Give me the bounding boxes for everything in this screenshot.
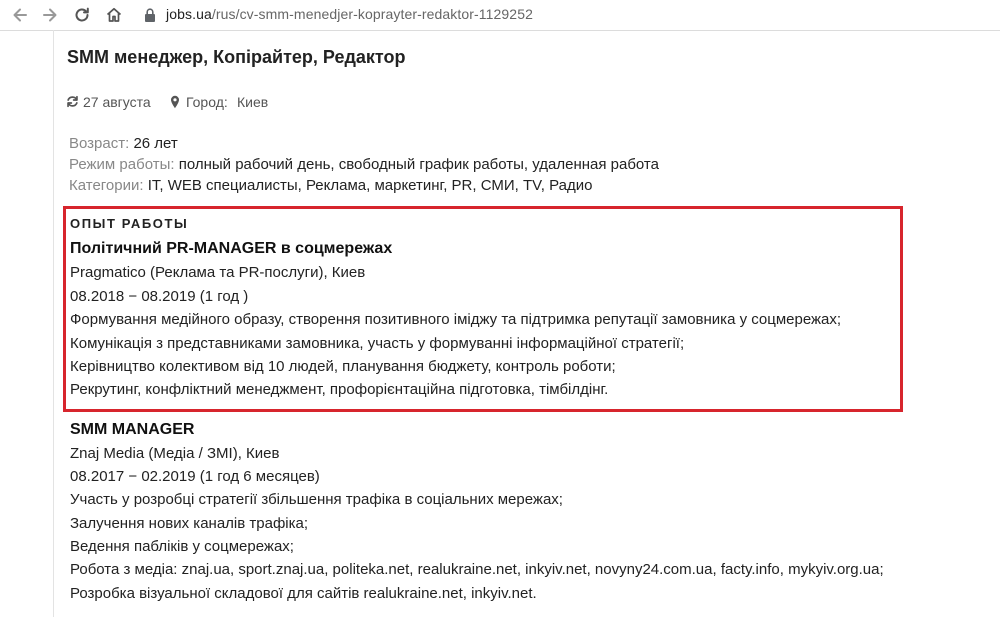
refresh-icon — [67, 95, 78, 108]
job-2-position: SMM MANAGER — [70, 421, 195, 438]
job-1-duty-1: Формування медійного образу, створення п… — [70, 311, 842, 328]
job-1-duty-4: Рекрутинг, конфліктний менеджмент, профо… — [70, 381, 609, 398]
section-title-experience: ОПЫТ РАБОТЫ — [70, 216, 189, 231]
lock-icon[interactable] — [143, 7, 157, 23]
job-1-period: 08.2018 − 08.2019 (1 год ) — [70, 288, 249, 305]
job-2-duty-4: Робота з медіа: znaj.ua, sport.znaj.ua, … — [70, 561, 884, 578]
work-mode-label: Режим работы: — [69, 156, 175, 173]
job-1-company: Pragmatico (Реклама та PR-послуги), Киев — [70, 264, 366, 281]
job-2-duty-5: Розробка візуальної складової для сайтів… — [70, 585, 537, 602]
url-path: /rus/cv-smm-menedjer-koprayter-redaktor-… — [211, 6, 533, 22]
job-2-duty-1: Участь у розробці стратегії збільшення т… — [70, 491, 563, 508]
work-mode-row: Режим работы: полный рабочий день, свобо… — [69, 156, 659, 173]
job-2-duty-3: Ведення пабліків у соцмережах; — [70, 538, 294, 555]
job-2-period: 08.2017 − 02.2019 (1 год 6 месяцев) — [70, 468, 320, 485]
page-title: SMM менеджер, Копірайтер, Редактор — [67, 47, 406, 67]
age-label: Возраст: — [69, 135, 130, 152]
categories-label: Категории: — [69, 177, 144, 194]
age-row: Возраст: 26 лет — [69, 135, 178, 152]
update-date-text: 27 августа — [83, 94, 151, 110]
job-2-company: Znaj Media (Медіа / ЗМІ), Киев — [70, 445, 280, 462]
job-1-position: Політичний PR-MANAGER в соцмережах — [70, 240, 393, 257]
city-value: Киев — [237, 94, 269, 110]
job-2-duty-2: Залучення нових каналів трафіка; — [70, 515, 309, 532]
url-domain: jobs.ua — [166, 6, 212, 22]
work-mode-value: полный рабочий день, свободный график ра… — [178, 156, 659, 173]
content-divider — [53, 30, 54, 617]
home-icon[interactable] — [104, 5, 124, 25]
address-bar-url[interactable]: jobs.ua/rus/cv-smm-menedjer-koprayter-re… — [166, 6, 533, 22]
age-value: 26 лет — [133, 135, 178, 152]
categories-value: IT, WEB специалисты, Реклама, маркетинг,… — [147, 177, 593, 194]
forward-arrow-icon[interactable] — [40, 5, 60, 25]
reload-icon[interactable] — [72, 5, 92, 25]
job-1-duty-3: Керівництво колективом від 10 людей, пла… — [70, 358, 616, 375]
browser-toolbar: jobs.ua/rus/cv-smm-menedjer-koprayter-re… — [0, 0, 1000, 31]
back-arrow-icon[interactable] — [10, 5, 30, 25]
categories-row: Категории: IT, WEB специалисты, Реклама,… — [69, 177, 592, 194]
map-marker-icon — [171, 95, 179, 109]
job-1-duty-2: Комунікація з представниками замовника, … — [70, 335, 685, 352]
city-label: Город: — [186, 94, 228, 110]
